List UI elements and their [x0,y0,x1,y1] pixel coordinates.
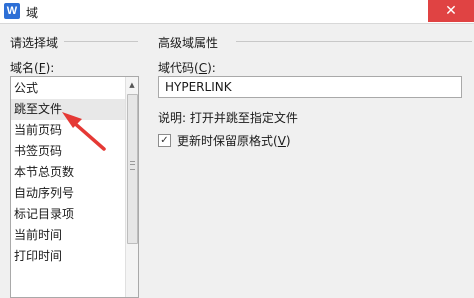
list-item[interactable]: 自动序列号 [11,183,128,204]
close-icon: ✕ [445,3,457,19]
field-name-list[interactable]: 公式 跳至文件 当前页码 书签页码 本节总页数 自动序列号 标记目录项 当前时间… [10,76,139,298]
group-divider [236,41,472,42]
dialog-title: 域 [26,6,39,20]
field-select-pane: 请选择域 域名(F): 公式 跳至文件 当前页码 书签页码 本节总页数 自动序列… [0,24,140,298]
field-code-label: 域代码(C): [158,61,216,75]
close-button[interactable]: ✕ [428,0,474,22]
title-bar: W 域 ✕ [0,0,474,24]
list-item[interactable]: 当前页码 [11,120,128,141]
preserve-format-checkbox[interactable]: ✓ [158,134,171,147]
field-group-title: 请选择域 [10,36,59,50]
list-item[interactable]: 书签页码 [11,141,128,162]
wps-writer-icon: W [4,3,20,19]
group-divider [64,41,138,42]
list-scrollbar[interactable]: ▲ [125,77,138,297]
scroll-up-icon[interactable]: ▲ [126,79,138,91]
grip-icon [130,161,135,170]
field-description: 说明: 打开并跳至指定文件 [158,111,298,125]
advanced-group-title: 高级域属性 [158,36,219,50]
list-item[interactable]: 打印时间 [11,246,128,267]
scrollbar-thumb[interactable] [127,94,138,244]
advanced-properties-pane: 高级域属性 域代码(C): 说明: 打开并跳至指定文件 ✓ 更新时保留原格式(V… [148,24,474,268]
preserve-format-label[interactable]: 更新时保留原格式(V) [177,132,291,149]
field-code-input[interactable] [158,76,462,98]
list-item-selected[interactable]: 跳至文件 [11,99,128,120]
list-item[interactable]: 本节总页数 [11,162,128,183]
list-item[interactable]: 当前时间 [11,225,128,246]
field-name-label: 域名(F): [10,61,55,75]
list-item[interactable]: 标记目录项 [11,204,128,225]
checkmark-icon: ✓ [160,135,169,146]
list-item[interactable]: 公式 [11,78,128,99]
